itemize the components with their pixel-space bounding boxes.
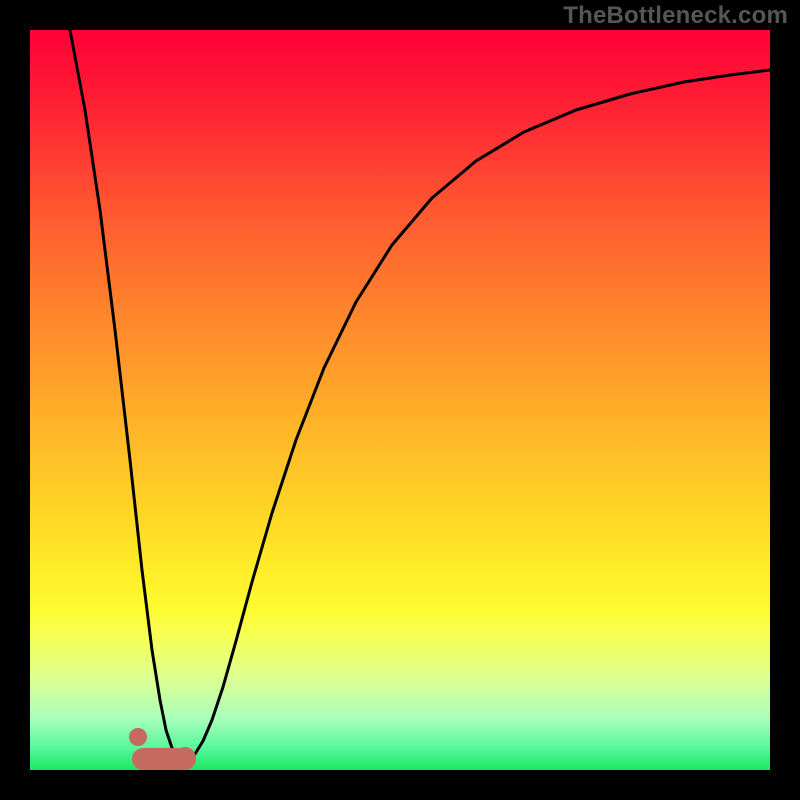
- chart-svg: [30, 30, 770, 770]
- watermark-text: TheBottleneck.com: [563, 2, 788, 30]
- chart-plot-area: [30, 30, 770, 770]
- outer-frame: TheBottleneck.com: [0, 0, 800, 800]
- gradient-background: [30, 30, 770, 770]
- curve-marker-0: [129, 728, 147, 746]
- curve-marker-1: [174, 747, 196, 769]
